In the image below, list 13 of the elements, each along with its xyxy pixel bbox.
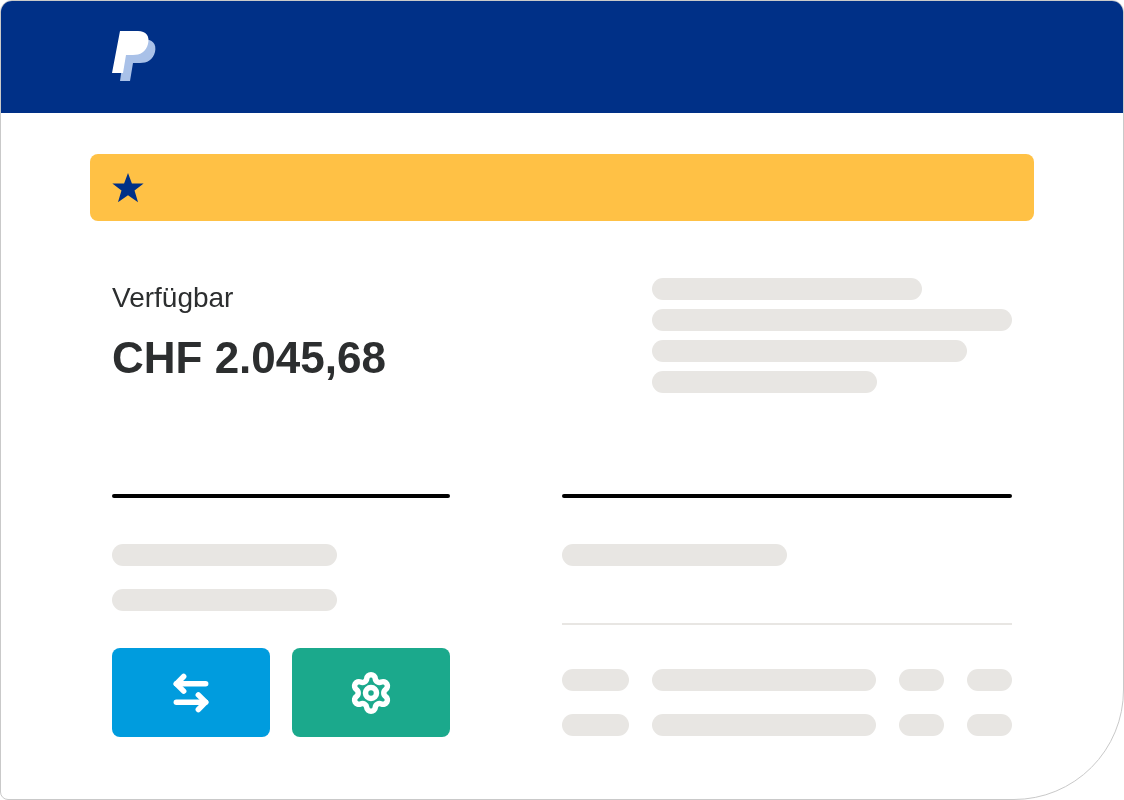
text-placeholder — [562, 669, 629, 691]
balance-label: Verfügbar — [112, 281, 234, 315]
settings-button[interactable] — [292, 648, 450, 737]
star-icon — [112, 172, 144, 203]
settings-icon — [349, 670, 393, 715]
text-placeholder — [899, 669, 944, 691]
balance-amount: CHF 2.045,68 — [112, 332, 386, 384]
text-placeholder — [899, 714, 944, 736]
text-placeholder — [967, 669, 1012, 691]
logo-icon — [112, 31, 158, 83]
text-placeholder — [967, 714, 1012, 736]
transfer-button[interactable] — [112, 648, 270, 737]
text-placeholder — [562, 714, 629, 736]
